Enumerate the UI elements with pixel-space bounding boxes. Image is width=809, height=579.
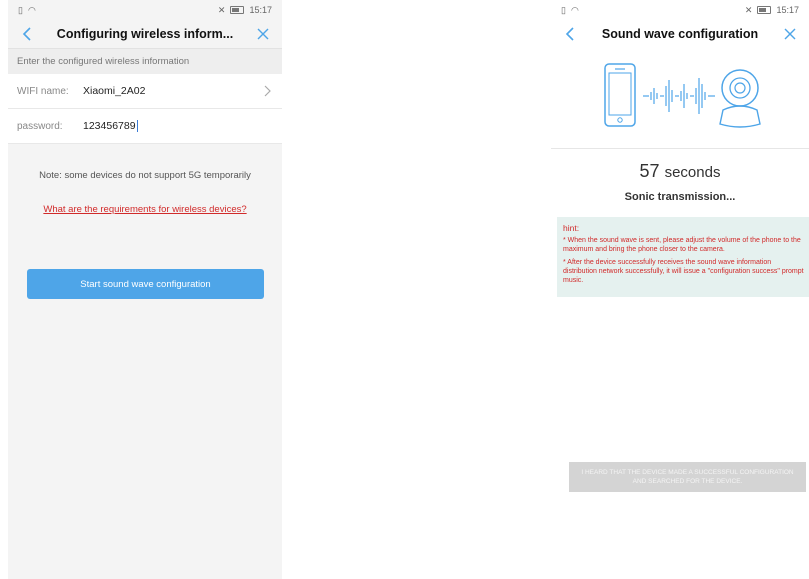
page-title: Sound wave configuration — [601, 27, 759, 41]
battery-icon — [230, 6, 245, 14]
close-icon — [784, 28, 796, 40]
wifi-name-row[interactable]: WIFI name: Xiaomi_2A02 — [8, 74, 282, 109]
nav-bar: Sound wave configuration — [551, 20, 809, 48]
back-arrow-icon — [22, 27, 31, 41]
wireless-config-screen: ▯ ◠ ✕ 15:17 Configuring wireless inform.… — [8, 0, 282, 579]
status-bar: ▯ ◠ ✕ 15:17 — [551, 0, 809, 20]
status-bar: ▯ ◠ ✕ 15:17 — [8, 0, 282, 20]
close-button[interactable] — [779, 23, 801, 45]
wifi-name-label: WIFI name: — [17, 85, 69, 97]
password-label: password: — [17, 120, 63, 132]
close-icon — [257, 28, 269, 40]
sim-icon: ▯ — [561, 4, 566, 15]
5g-note: Note: some devices do not support 5G tem… — [39, 170, 251, 181]
back-arrow-icon — [565, 27, 574, 41]
countdown-unit: seconds — [664, 164, 721, 181]
countdown-value: 57 — [639, 161, 660, 181]
wifi-icon: ◠ — [27, 4, 36, 15]
status-time: 15:17 — [776, 5, 799, 15]
transmission-status: Sonic transmission... — [624, 191, 736, 203]
sim-icon: ▯ — [18, 4, 23, 15]
chevron-right-icon — [264, 85, 271, 97]
back-button[interactable] — [559, 23, 581, 45]
divider — [551, 148, 809, 149]
phone-to-camera-icon — [604, 63, 761, 128]
password-field[interactable]: 123456789 — [83, 119, 273, 133]
heard-success-button[interactable]: I HEARD THAT THE DEVICE MADE A SUCCESSFU… — [569, 462, 806, 492]
wifi-icon: ◠ — [570, 4, 579, 15]
wifi-name-value: Xiaomi_2A02 — [83, 85, 146, 97]
text-cursor — [136, 120, 138, 133]
battery-icon — [757, 6, 772, 14]
mute-icon: ✕ — [217, 4, 226, 15]
status-time: 15:17 — [249, 5, 272, 15]
requirements-link[interactable]: What are the requirements for wireless d… — [8, 204, 282, 215]
nav-bar: Configuring wireless inform... — [8, 20, 282, 48]
hint-box: hint: * When the sound wave is sent, ple… — [557, 217, 809, 297]
close-button[interactable] — [252, 23, 274, 45]
section-hint: Enter the configured wireless informatio… — [8, 48, 282, 74]
hint-line: * After the device successfully receives… — [563, 259, 804, 285]
countdown: 57 seconds — [551, 161, 809, 182]
password-value: 123456789 — [83, 119, 136, 132]
sound-wave-illustration — [551, 48, 809, 148]
sound-wave-screen: ▯ ◠ ✕ 15:17 Sound wave configuration 57 … — [551, 0, 809, 579]
start-sound-wave-button[interactable]: Start sound wave configuration — [27, 269, 264, 299]
mute-icon: ✕ — [744, 4, 753, 15]
back-button[interactable] — [16, 23, 38, 45]
page-title: Configuring wireless inform... — [56, 27, 234, 41]
hint-title: hint: — [563, 223, 580, 233]
password-row: password: 123456789 — [8, 109, 282, 144]
hint-line: * When the sound wave is sent, please ad… — [563, 237, 801, 254]
